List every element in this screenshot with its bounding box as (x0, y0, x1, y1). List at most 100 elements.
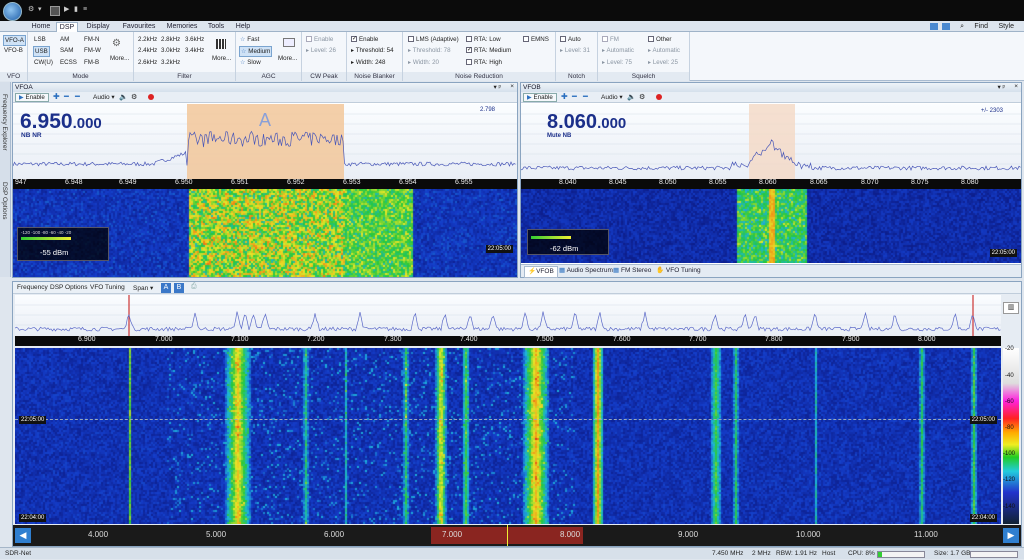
minus-icon[interactable]: ━ (572, 92, 577, 101)
nr-emns[interactable]: EMNS (523, 35, 549, 44)
main-tab-dsp-options[interactable]: DSP Options (50, 284, 87, 291)
main-waterfall[interactable]: 22:05:00 22:05:00 22:04:00 22:04:00 (15, 348, 1001, 524)
vfob-waterfall[interactable]: -62 dBm 22:05:00 (521, 189, 1021, 263)
vfoa-waterfall[interactable]: -120 -100 -80 -60 -40 -20 -55 dBm 22:05:… (13, 189, 517, 277)
mode-ecss[interactable]: ECSS (60, 58, 77, 67)
minus-icon[interactable]: ━ (75, 92, 80, 101)
play-icon[interactable]: ▶ (64, 6, 72, 14)
filter-option[interactable]: 2.8kHz (161, 35, 180, 44)
agc-medium[interactable]: ☆ Medium (239, 46, 273, 57)
vfob-frequency[interactable]: 8.060.000 (547, 111, 626, 134)
tab-display[interactable]: Display (82, 22, 114, 32)
vfob-passband[interactable] (749, 104, 795, 179)
agc-settings-icon[interactable] (283, 38, 295, 47)
mode-sam[interactable]: SAM (60, 46, 73, 55)
filter-more-button[interactable]: More... (212, 54, 231, 63)
nr-rta-medium[interactable]: ✓ RTA: Medium (466, 46, 511, 55)
agc-fast[interactable]: ☆ Fast (240, 35, 259, 44)
vfo-b-button[interactable]: VFO-B (4, 46, 23, 55)
mode-more-button[interactable]: More... (110, 54, 129, 63)
add-icon[interactable]: ✚ (53, 92, 60, 101)
tab-home[interactable]: Home (29, 22, 53, 32)
vfo-b-toggle[interactable]: B (174, 283, 184, 293)
sidebar-frequency-explorer[interactable]: Frequency Explorer (1, 94, 8, 151)
close-icon[interactable]: × (1014, 83, 1018, 90)
agc-more-button[interactable]: More... (278, 54, 297, 63)
filter-bars-icon[interactable] (216, 39, 226, 49)
vfob-enable-button[interactable]: ▶ Enable (523, 93, 557, 102)
filter-option[interactable]: 3.4kHz (185, 46, 204, 55)
minus-icon[interactable]: ━ (64, 92, 69, 101)
quick-access-icon[interactable]: ⚙ (28, 6, 36, 14)
spectrum-settings-icon[interactable]: ▥ (1003, 302, 1019, 314)
nr-width[interactable]: ▸ Width: 20 (408, 58, 439, 67)
squelch-other-level[interactable]: ▸ Level: 25 (648, 58, 678, 67)
app-logo-icon[interactable] (3, 2, 22, 21)
squelch-other[interactable]: Other (648, 35, 671, 44)
vfoa-spectrum[interactable]: 6.950.000 NB NR A 2.798 (13, 104, 517, 179)
nb-width[interactable]: ▸ Width: 248 (351, 58, 385, 67)
nr-rta-high[interactable]: RTA: High (466, 58, 502, 67)
pin-icon[interactable]: ▾ ᵖ (997, 83, 1005, 91)
filter-option[interactable]: 3.6kHz (185, 35, 204, 44)
band-scroller[interactable]: ◀ ▶ 4.000 5.000 6.000 7.000 8.000 9.000 … (13, 525, 1021, 546)
speaker-icon[interactable]: 🔈 (119, 93, 128, 101)
nb-threshold[interactable]: ▸ Threshold: 54 (351, 46, 394, 55)
mode-lsb[interactable]: LSB (34, 35, 46, 44)
tab-vfob[interactable]: ⚡VFOB (524, 266, 558, 278)
nr-threshold[interactable]: ▸ Threshold: 78 (408, 46, 451, 55)
vfob-spectrum[interactable]: 8.060.000 Mute NB +/- 2303 (521, 104, 1021, 179)
vfoa-audio-dropdown[interactable]: Audio ▾ (93, 93, 115, 101)
nr-rta-low[interactable]: RTA: Low (466, 35, 501, 44)
vfoa-frequency[interactable]: 6.950.000 (20, 110, 102, 134)
main-tab-vfo-tuning[interactable]: VFO Tuning (90, 284, 125, 291)
cw-peak-level[interactable]: ▸ Level: 26 (306, 46, 336, 55)
tab-vfo-tuning[interactable]: ✋ VFO Tuning (656, 266, 701, 276)
record-icon[interactable]: ▮ (74, 6, 82, 14)
squelch-other-auto[interactable]: ▸ Automatic (648, 46, 680, 55)
mode-fm-w[interactable]: FM-W (84, 46, 101, 55)
filter-option[interactable]: 3.0kHz (161, 46, 180, 55)
window-icon[interactable] (930, 23, 938, 30)
tab-favourites[interactable]: Favourites (118, 22, 160, 32)
squelch-fm[interactable]: FM (602, 35, 619, 44)
span-dropdown[interactable]: Span ▾ (133, 284, 153, 292)
notch-auto[interactable]: Auto (560, 35, 581, 44)
mode-am[interactable]: AM (60, 35, 69, 44)
sidebar-dsp-options[interactable]: DSP Options (1, 182, 8, 219)
pin-icon[interactable]: ▾ ᵖ (493, 83, 501, 91)
settings-icon[interactable]: ⚙ (112, 38, 121, 49)
mode-fm-b[interactable]: FM-B (84, 58, 99, 67)
options-icon[interactable]: ⚙ (639, 93, 645, 101)
add-icon[interactable]: ✚ (561, 92, 568, 101)
tab-fm-stereo[interactable]: ▦ FM Stereo (613, 266, 651, 276)
agc-slow[interactable]: ☆ Slow (240, 58, 261, 67)
mode-fm-n[interactable]: FM-N (84, 35, 99, 44)
vfo-a-toggle[interactable]: A (161, 283, 171, 293)
tab-audio-spectrum[interactable]: ▦ Audio Spectrum (559, 266, 613, 276)
vfo-a-button[interactable]: VFO-A (3, 35, 26, 46)
nr-lms[interactable]: LMS (Adaptive) (408, 35, 459, 44)
print-icon[interactable]: ⎙ (191, 283, 197, 291)
scroll-right-icon[interactable]: ▶ (1003, 528, 1019, 543)
main-tab-frequency[interactable]: Frequency (17, 284, 48, 291)
mode-cwu[interactable]: CW(U) (34, 58, 53, 67)
speaker-icon[interactable]: 🔈 (627, 93, 636, 101)
filter-option[interactable]: 2.4kHz (138, 46, 157, 55)
record-icon[interactable] (148, 94, 154, 100)
search-icon[interactable]: ⌕ (960, 22, 964, 31)
options-icon[interactable]: ⚙ (131, 93, 137, 101)
find-button[interactable]: Find (974, 22, 988, 31)
scroll-left-icon[interactable]: ◀ (15, 528, 31, 543)
style-button[interactable]: Style (998, 22, 1014, 31)
mode-usb[interactable]: USB (33, 46, 50, 57)
menu-icon[interactable]: ≡ (83, 6, 91, 14)
main-spectrum[interactable] (15, 295, 1001, 336)
minus-icon[interactable]: ━ (583, 92, 588, 101)
tab-tools[interactable]: Tools (204, 22, 228, 32)
tab-memories[interactable]: Memories (164, 22, 200, 32)
record-icon[interactable] (656, 94, 662, 100)
nb-enable[interactable]: ✓ Enable (351, 35, 378, 44)
squelch-fm-auto[interactable]: ▸ Automatic (602, 46, 634, 55)
dropdown-icon[interactable]: ▾ (38, 6, 46, 14)
